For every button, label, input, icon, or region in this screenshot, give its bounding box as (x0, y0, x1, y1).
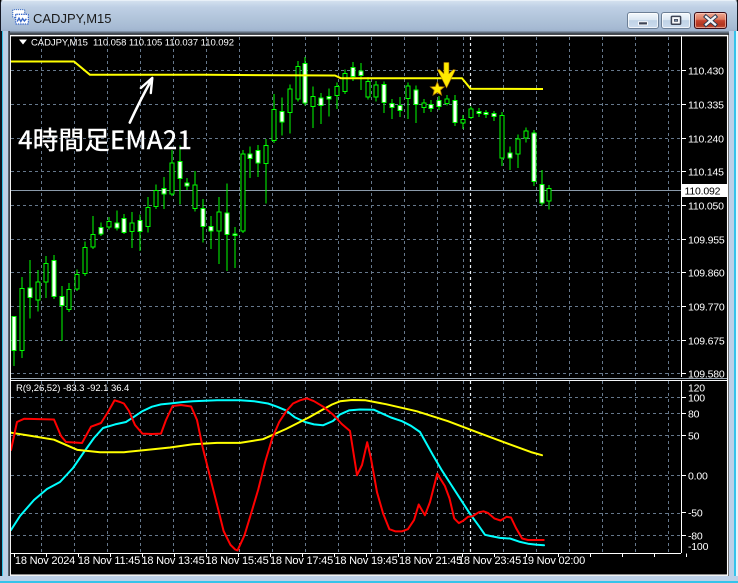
svg-text:100: 100 (688, 393, 705, 405)
svg-text:109.955: 109.955 (688, 235, 725, 247)
svg-text:18 Nov 15:45: 18 Nov 15:45 (205, 555, 268, 567)
svg-text:-50: -50 (688, 508, 703, 520)
svg-text:18 Nov 2024: 18 Nov 2024 (15, 555, 75, 567)
svg-text:109.675: 109.675 (688, 336, 725, 348)
svg-text:18 Nov 23:45: 18 Nov 23:45 (458, 555, 521, 567)
svg-text:-100: -100 (688, 541, 709, 553)
svg-text:110.092: 110.092 (685, 186, 721, 198)
svg-text:18 Nov 13:45: 18 Nov 13:45 (141, 555, 204, 567)
svg-text:19 Nov 02:00: 19 Nov 02:00 (522, 555, 585, 567)
svg-text:110.335: 110.335 (688, 100, 724, 112)
svg-text:110.145: 110.145 (688, 167, 724, 179)
svg-text:CADJPY,M15 110.058 110.105 11: CADJPY,M15 110.058 110.105 110.037 110.0… (31, 38, 234, 49)
svg-text:110.240: 110.240 (688, 134, 724, 146)
svg-text:80: 80 (688, 409, 700, 421)
svg-text:50: 50 (688, 431, 700, 443)
svg-text:110.430: 110.430 (688, 66, 724, 78)
svg-text:18 Nov 17:45: 18 Nov 17:45 (270, 555, 333, 567)
svg-text:109.860: 109.860 (688, 268, 725, 280)
svg-text:109.770: 109.770 (688, 302, 725, 314)
svg-text:109.580: 109.580 (688, 369, 725, 381)
svg-text:110.050: 110.050 (688, 201, 724, 213)
svg-text:0.00: 0.00 (688, 471, 708, 483)
svg-text:18 Nov 11:45: 18 Nov 11:45 (78, 555, 140, 567)
svg-text:R(9,26,52) -83.3 -92.1 36.4: R(9,26,52) -83.3 -92.1 36.4 (16, 383, 129, 394)
